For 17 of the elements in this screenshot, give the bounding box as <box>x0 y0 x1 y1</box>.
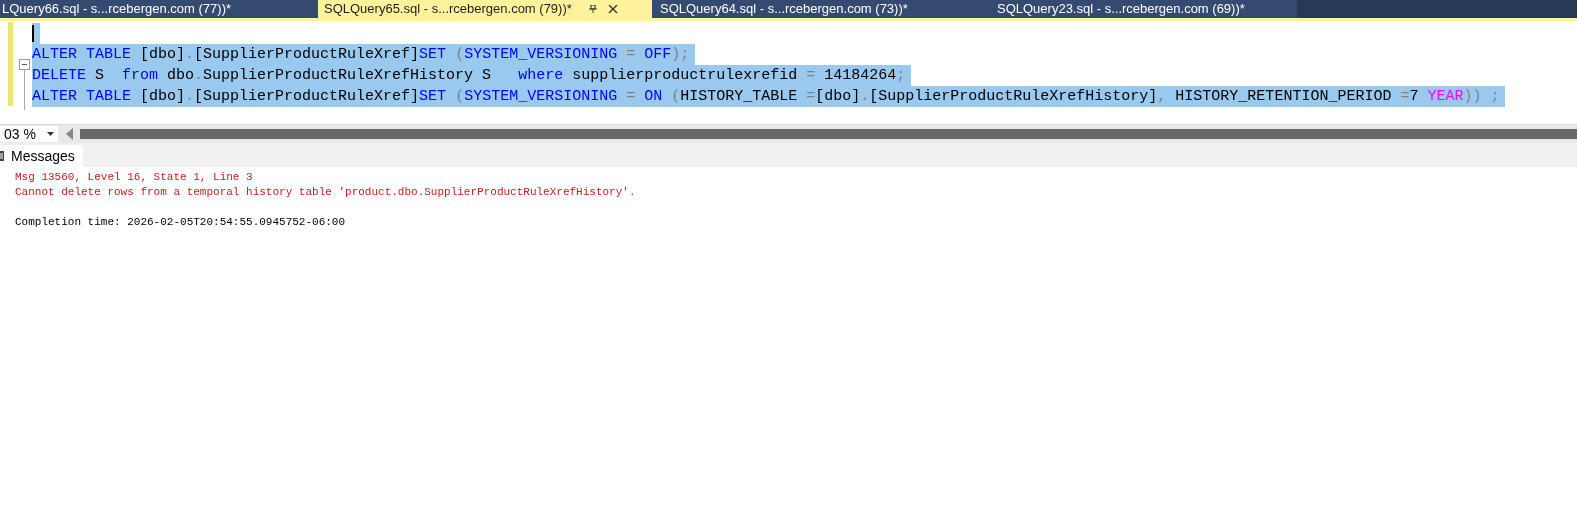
messages-tab[interactable]: Messages <box>0 145 83 167</box>
message-text: Completion time: 2026-02-05T20:54:55.0945752-06:00 <box>15 216 346 228</box>
tab-label: Messages <box>11 148 75 164</box>
pin-icon[interactable] <box>587 5 598 13</box>
document-tab[interactable]: SQLQuery64.sql - s...rcebergen.com (73))* <box>652 0 985 18</box>
document-tab[interactable]: SQLQuery23.sql - s...rcebergen.com (69))* <box>985 0 1297 18</box>
document-icon <box>0 150 5 162</box>
document-tab[interactable]: SQLQuery65.sql - s...rcebergen.com (79))* <box>318 0 652 18</box>
collapse-icon[interactable] <box>19 59 30 70</box>
scrollbar-thumb[interactable] <box>80 129 1577 139</box>
caret-icon <box>47 132 54 136</box>
message-text: Cannot delete rows from a temporal history table 'product.dbo.SupplierProductRuleXrefHistory'. <box>15 186 636 198</box>
zoom-dropdown[interactable]: 03 % <box>0 126 58 142</box>
scroll-left-icon[interactable] <box>66 128 74 140</box>
document-tab[interactable]: LQuery66.sql - s...rcebergen.com (77))* <box>0 0 318 18</box>
message-text: Msg 13560, Level 16, State 1, Line 3 <box>15 171 253 183</box>
close-icon[interactable] <box>607 4 618 14</box>
